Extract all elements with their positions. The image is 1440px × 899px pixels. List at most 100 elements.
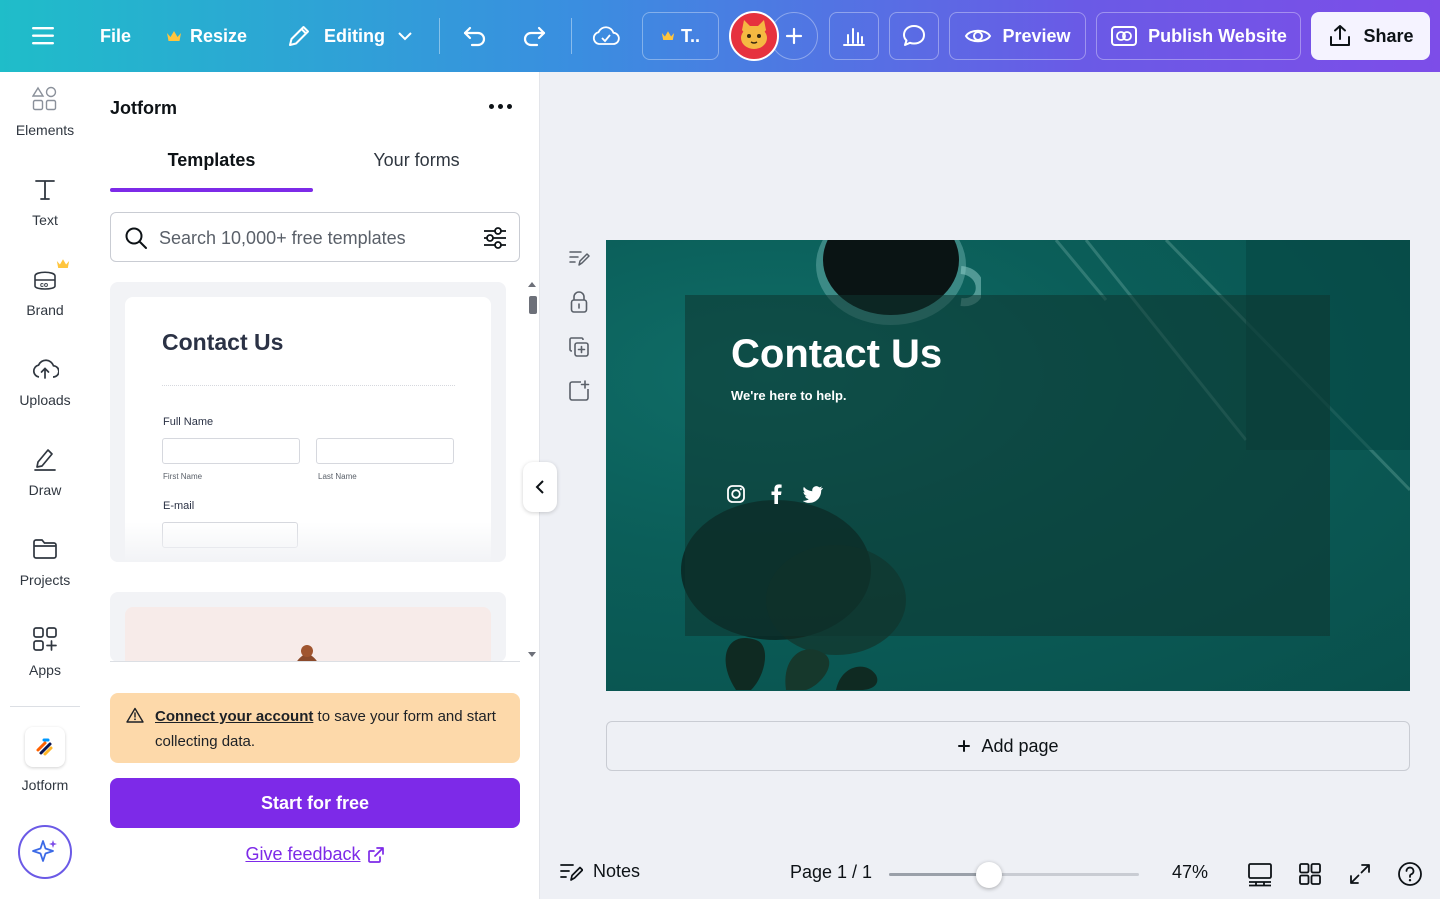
start-for-free-button[interactable]: Start for free	[110, 778, 520, 828]
chevron-left-icon	[535, 480, 544, 494]
template-divider	[162, 385, 455, 386]
notes-label: Notes	[593, 860, 641, 881]
sparkle-icon	[32, 840, 57, 862]
scroll-up-arrow[interactable]	[528, 282, 536, 287]
undo-button[interactable]	[461, 0, 489, 72]
toolbar-separator	[439, 18, 440, 54]
template-preview	[125, 607, 491, 662]
grid-four-icon	[1299, 863, 1321, 885]
crown-icon	[661, 31, 675, 40]
pen-draw-icon	[30, 444, 60, 474]
magic-assistant-button[interactable]	[18, 825, 72, 879]
avatar[interactable]	[729, 11, 779, 61]
zoom-slider-fill	[889, 873, 989, 876]
crown-icon	[167, 30, 181, 41]
give-feedback-label: Give feedback	[245, 844, 361, 864]
preview-button[interactable]: Preview	[949, 12, 1086, 60]
grid-view-toggle[interactable]	[1246, 860, 1274, 888]
page-layout-icon	[1248, 863, 1272, 887]
rail-item-elements[interactable]: Elements	[0, 72, 90, 152]
zoom-slider-handle[interactable]	[976, 862, 1002, 888]
share-button[interactable]: Share	[1311, 12, 1430, 60]
last-name-label: Last Name	[318, 472, 357, 481]
shapes-icon	[30, 84, 60, 114]
template-card-bakery[interactable]	[110, 592, 506, 662]
apps-grid-icon	[30, 624, 60, 654]
page-notes-button[interactable]	[562, 241, 596, 275]
notes-icon	[560, 864, 583, 881]
connect-account-link[interactable]: Connect your account	[155, 708, 313, 725]
team-button[interactable]: T..	[642, 12, 719, 60]
cat-avatar-icon	[741, 20, 767, 49]
share-upload-icon	[1330, 25, 1351, 46]
add-page-label: Add page	[981, 735, 1059, 756]
notes-button[interactable]: Notes	[559, 860, 640, 882]
rail-item-jotform[interactable]: Jotform	[0, 715, 90, 795]
lock-icon	[570, 291, 588, 313]
dot	[497, 103, 503, 109]
design-page[interactable]: Contact Us We're here to help.	[606, 240, 1410, 691]
plus-icon	[958, 740, 971, 752]
rail-item-apps[interactable]: Apps	[0, 612, 90, 692]
zoom-level[interactable]: 47%	[1172, 862, 1208, 883]
cloud-save-status[interactable]	[591, 0, 621, 72]
chevron-down-icon	[398, 32, 412, 41]
publish-web-icon	[1111, 26, 1138, 46]
redo-button[interactable]	[520, 0, 548, 72]
design-subtitle[interactable]: We're here to help.	[731, 388, 847, 403]
panel-scrollbar[interactable]	[529, 296, 537, 314]
brand-kit-icon: co	[30, 259, 70, 294]
file-menu-button[interactable]: File	[100, 0, 131, 72]
bottom-status-bar: Notes Page 1 / 1 47%	[541, 848, 1440, 899]
expand-icon	[1350, 864, 1370, 884]
rail-item-text[interactable]: Text	[0, 162, 90, 242]
redo-icon	[523, 26, 546, 47]
lock-page-button[interactable]	[562, 285, 596, 319]
scroll-down-arrow[interactable]	[528, 652, 536, 657]
insights-button[interactable]	[829, 12, 879, 60]
toolbar-separator	[571, 18, 572, 54]
more-options-button[interactable]	[486, 94, 514, 118]
give-feedback-link[interactable]: Give feedback	[90, 844, 540, 865]
resize-button[interactable]: Resize	[166, 0, 247, 72]
page-indicator[interactable]: Page 1 / 1	[790, 862, 872, 883]
publish-website-button[interactable]: Publish Website	[1096, 12, 1301, 60]
rail-item-brand[interactable]: co Brand	[0, 252, 90, 332]
editing-mode-dropdown[interactable]: Editing	[286, 0, 413, 72]
template-card-contact-us[interactable]: Contact Us Full Name First Name Last Nam…	[110, 282, 506, 562]
collapse-panel-button[interactable]	[523, 462, 557, 512]
comment-button[interactable]	[889, 12, 939, 60]
design-title[interactable]: Contact Us	[731, 332, 942, 377]
duplicate-page-button[interactable]	[562, 330, 596, 364]
dot	[488, 103, 494, 109]
filter-sliders-icon[interactable]	[481, 224, 509, 252]
main-menu-button[interactable]	[30, 0, 58, 72]
add-page-side-button[interactable]	[562, 374, 596, 408]
card-fade	[110, 522, 506, 562]
top-toolbar: File Resize Editing T.. Preview Publish	[0, 0, 1440, 72]
search-icon	[125, 227, 147, 249]
rail-item-draw[interactable]: Draw	[0, 432, 90, 512]
facebook-icon[interactable]	[765, 483, 787, 505]
pencil-icon	[289, 26, 309, 46]
instagram-icon[interactable]	[725, 483, 747, 505]
tab-your-forms[interactable]: Your forms	[313, 150, 520, 190]
dot	[506, 103, 512, 109]
rail-item-uploads[interactable]: Uploads	[0, 342, 90, 422]
zoom-slider[interactable]	[889, 862, 1139, 888]
rail-divider	[10, 706, 80, 707]
tab-templates[interactable]: Templates	[110, 150, 313, 190]
twitter-icon[interactable]	[802, 483, 824, 505]
folder-icon	[30, 534, 60, 564]
search-input[interactable]	[159, 225, 469, 251]
add-page-button[interactable]: Add page	[606, 721, 1410, 771]
rail-item-projects[interactable]: Projects	[0, 522, 90, 602]
undo-icon	[463, 26, 486, 47]
thumbnail-view-button[interactable]	[1296, 860, 1324, 888]
panel-title: Jotform	[110, 98, 177, 118]
fullscreen-button[interactable]	[1346, 860, 1374, 888]
crown-icon	[56, 259, 70, 268]
help-button[interactable]	[1396, 860, 1424, 888]
bar-chart-icon	[843, 28, 865, 46]
edit-lines-icon	[569, 251, 590, 266]
